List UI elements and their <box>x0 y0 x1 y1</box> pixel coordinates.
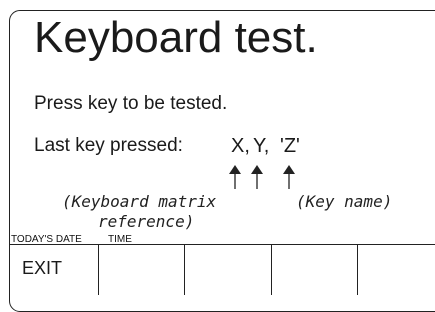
softkey-3[interactable] <box>185 245 272 295</box>
arrow-up-icon <box>229 165 241 189</box>
last-key-label: Last key pressed: <box>34 135 183 156</box>
softkey-5[interactable] <box>358 245 435 295</box>
softkey-2[interactable] <box>99 245 185 295</box>
keyname-annotation: (Key name) <box>296 192 393 211</box>
key-matrix-x: X, <box>231 135 250 157</box>
key-name-value: 'Z' <box>280 135 300 157</box>
exit-softkey[interactable]: EXIT <box>10 245 99 295</box>
arrow-up-icon <box>251 165 263 189</box>
screen-title: Keyboard test. <box>34 13 318 62</box>
key-matrix-y: Y, <box>253 135 270 157</box>
matrix-annotation: (Keyboard matrix <box>62 192 217 211</box>
prompt-text: Press key to be tested. <box>34 93 228 114</box>
matrix-annotation-cont: reference) <box>98 212 195 231</box>
softkey-bar: EXIT <box>10 244 435 295</box>
softkey-4[interactable] <box>272 245 358 295</box>
arrow-up-icon <box>283 165 295 189</box>
